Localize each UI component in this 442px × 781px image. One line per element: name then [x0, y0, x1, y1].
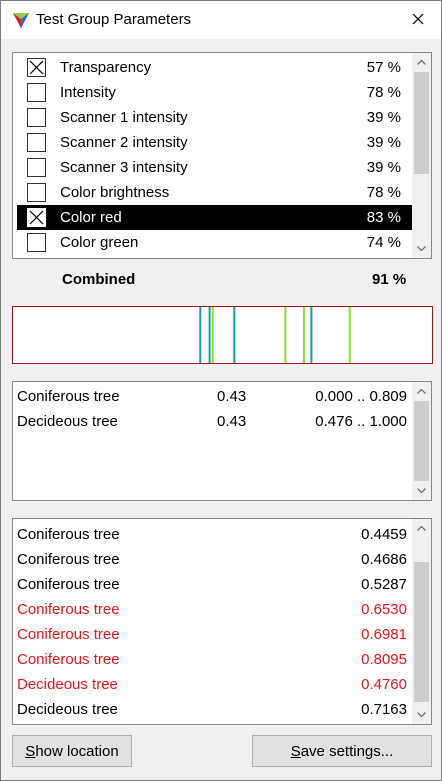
dialog-window: Test Group Parameters Transparency 57 % In… — [0, 0, 442, 781]
parameter-row[interactable]: Intensity 78 % — [17, 80, 412, 105]
parameter-row[interactable]: Color green 74 % — [17, 230, 412, 255]
point-value: 0.6981 — [361, 626, 407, 643]
parameter-checkbox[interactable] — [27, 158, 46, 177]
combined-label: Combined — [62, 271, 136, 288]
point-value-list[interactable]: Coniferous tree 0.4459 Coniferous tree 0.46… — [12, 518, 432, 725]
show-location-label: how location — [35, 742, 119, 760]
point-class-name: Coniferous tree — [17, 601, 120, 618]
parameter-list-scroll-thumb[interactable] — [414, 72, 429, 174]
point-class-name: Coniferous tree — [17, 551, 120, 568]
parameter-checkbox[interactable] — [27, 208, 46, 227]
class-weight: 0.43 — [217, 413, 247, 430]
parameter-row[interactable]: Scanner 2 intensity 39 % — [17, 130, 412, 155]
parameter-label: Color brightness — [60, 184, 170, 201]
point-value-list-scroll-thumb[interactable] — [414, 562, 429, 702]
point-class-name: Coniferous tree — [17, 651, 120, 668]
class-range-row[interactable]: Decideous tree 0.43 0.476 .. 1.000 — [13, 409, 413, 434]
point-value-list-scrollbar[interactable] — [412, 519, 431, 724]
app-icon — [11, 10, 31, 30]
parameter-label: Color red — [60, 209, 122, 226]
parameter-checkbox[interactable] — [27, 133, 46, 152]
point-row[interactable]: Decideous tree 0.7163 — [13, 696, 413, 721]
parameter-row[interactable]: Color red 83 % — [17, 205, 412, 230]
point-value: 0.4760 — [361, 676, 407, 693]
scroll-down-arrow-icon[interactable] — [412, 705, 431, 724]
save-settings-button[interactable]: Save settings... — [252, 735, 432, 767]
parameter-checkbox[interactable] — [27, 58, 46, 77]
parameter-label: Scanner 3 intensity — [60, 159, 188, 176]
parameter-value: 78 % — [366, 184, 401, 201]
point-value: 0.4686 — [361, 551, 407, 568]
point-class-name: Decideous tree — [17, 676, 118, 693]
parameter-checkbox[interactable] — [27, 83, 46, 102]
point-class-name: Coniferous tree — [17, 576, 120, 593]
class-range: 0.476 .. 1.000 — [315, 413, 407, 430]
class-range-row[interactable]: Coniferous tree 0.43 0.000 .. 0.809 — [13, 384, 413, 409]
class-range-list-scroll-thumb[interactable] — [414, 401, 429, 481]
point-value: 0.7163 — [361, 701, 407, 718]
parameter-value: 39 % — [366, 109, 401, 126]
parameter-label: Scanner 1 intensity — [60, 109, 188, 126]
window-title: Test Group Parameters — [36, 11, 192, 28]
class-name: Decideous tree — [17, 413, 118, 430]
value-distribution-strip — [12, 306, 433, 364]
parameter-label: Intensity — [60, 84, 116, 101]
class-range-list-scrollbar[interactable] — [412, 382, 431, 500]
class-weight: 0.43 — [217, 388, 247, 405]
point-value: 0.8095 — [361, 651, 407, 668]
point-row[interactable]: Coniferous tree 0.5287 — [13, 571, 413, 596]
scroll-down-arrow-icon[interactable] — [412, 239, 431, 258]
point-row[interactable]: Coniferous tree 0.6530 — [13, 596, 413, 621]
parameter-label: Transparency — [60, 59, 152, 76]
parameter-checkbox[interactable] — [27, 108, 46, 127]
show-location-accel: S — [25, 742, 36, 760]
save-settings-label: ave settings... — [300, 742, 394, 760]
save-settings-accel: S — [290, 742, 301, 760]
parameter-value: 57 % — [366, 59, 401, 76]
parameter-value: 39 % — [366, 159, 401, 176]
parameter-label: Scanner 2 intensity — [60, 134, 188, 151]
parameter-value: 78 % — [366, 84, 401, 101]
class-range-list[interactable]: Coniferous tree 0.43 0.000 .. 0.809 Decideo… — [12, 381, 432, 501]
scroll-up-arrow-icon[interactable] — [412, 382, 431, 401]
point-class-name: Coniferous tree — [17, 526, 120, 543]
point-class-name: Coniferous tree — [17, 626, 120, 643]
parameter-value: 74 % — [366, 234, 401, 251]
point-row[interactable]: Coniferous tree 0.8095 — [13, 646, 413, 671]
parameter-row[interactable]: Scanner 1 intensity 39 % — [17, 105, 412, 130]
parameter-list[interactable]: Transparency 57 % Intensity 78 % Scanner 1 i… — [12, 52, 432, 259]
title-bar[interactable]: Test Group Parameters — [1, 1, 441, 39]
parameter-row[interactable]: Transparency 57 % — [17, 55, 412, 80]
parameter-value: 83 % — [366, 209, 401, 226]
parameter-value: 39 % — [366, 134, 401, 151]
parameter-row[interactable]: Scanner 3 intensity 39 % — [17, 155, 412, 180]
scroll-down-arrow-icon[interactable] — [412, 481, 431, 500]
point-row[interactable]: Decideous tree 0.4760 — [13, 671, 413, 696]
point-value: 0.6530 — [361, 601, 407, 618]
point-value: 0.4459 — [361, 526, 407, 543]
class-name: Coniferous tree — [17, 388, 120, 405]
show-location-button[interactable]: Show location — [12, 735, 132, 767]
parameter-row[interactable]: Color brightness 78 % — [17, 180, 412, 205]
parameter-label: Color green — [60, 234, 139, 251]
combined-value: 91 % — [372, 271, 407, 288]
point-class-name: Decideous tree — [17, 701, 118, 718]
scroll-up-arrow-icon[interactable] — [412, 519, 431, 538]
distribution-lines — [199, 307, 351, 363]
class-range: 0.000 .. 0.809 — [315, 388, 407, 405]
parameter-checkbox[interactable] — [27, 183, 46, 202]
parameter-list-scrollbar[interactable] — [412, 53, 431, 258]
point-value: 0.5287 — [361, 576, 407, 593]
close-icon — [412, 12, 424, 29]
close-button[interactable] — [395, 1, 441, 39]
point-row[interactable]: Coniferous tree 0.4686 — [13, 546, 413, 571]
point-row[interactable]: Coniferous tree 0.6981 — [13, 621, 413, 646]
scroll-up-arrow-icon[interactable] — [412, 53, 431, 72]
point-row[interactable]: Coniferous tree 0.4459 — [13, 521, 413, 546]
parameter-checkbox[interactable] — [27, 233, 46, 252]
